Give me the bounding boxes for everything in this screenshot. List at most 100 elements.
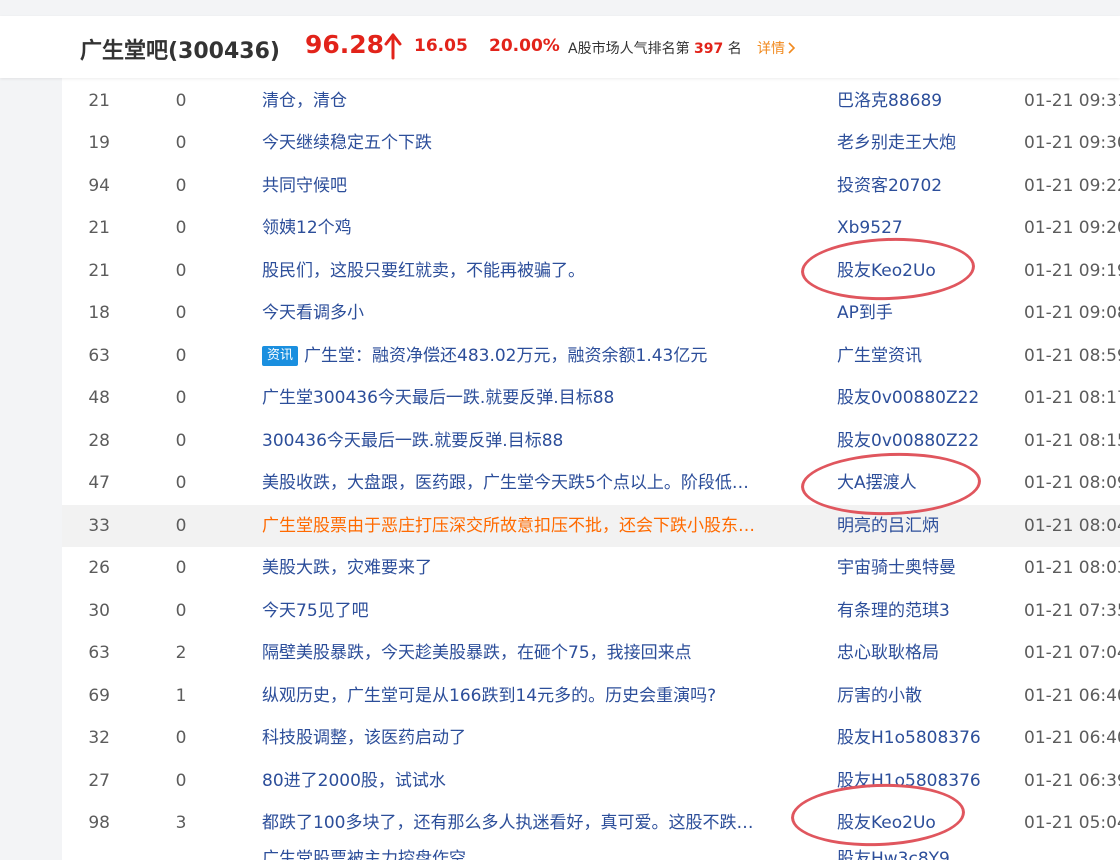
post-title[interactable]: 纵观历史，广生堂可是从166跌到14元多的。历史会重演吗? [262, 675, 814, 717]
post-title[interactable]: 股民们，这股只要红就卖，不能再被骗了。 [262, 250, 814, 292]
post-author[interactable]: 投资客20702 [837, 165, 997, 207]
post-time: 01-21 09:22 [1024, 176, 1120, 196]
read-count: 33 [88, 516, 110, 536]
post-title[interactable]: 科技股调整，该医药启动了 [262, 717, 814, 759]
post-title[interactable]: 广生堂股票由于恶庄打压深交所故意扣压不批，还会下跌小股东… [262, 505, 814, 547]
post-title[interactable]: 隔壁美股暴跌，今天趁美股暴跌，在砸个75，我接回来点 [262, 632, 814, 674]
post-time: 01-21 09:08 [1024, 303, 1120, 323]
post-author[interactable]: Xb9527 [837, 207, 997, 249]
rank-number: 397 [694, 41, 724, 57]
rank-prefix: A股市场人气排名第 [568, 41, 690, 57]
post-author[interactable]: AP到手 [837, 292, 997, 334]
reply-count: 2 [175, 643, 187, 663]
read-count: 26 [88, 558, 110, 578]
post-author[interactable]: 股友0v00880Z22 [837, 377, 997, 419]
read-count: 28 [88, 431, 110, 451]
read-count: 63 [88, 346, 110, 366]
post-author[interactable]: 股友H1o5808376 [837, 717, 997, 759]
post-title[interactable]: 清仓，清仓 [262, 80, 814, 122]
post-author[interactable]: 宇宙骑士奥特曼 [837, 547, 997, 589]
post-title[interactable]: 领姨12个鸡 [262, 207, 814, 249]
reply-count: 1 [175, 686, 187, 706]
read-count: 63 [88, 643, 110, 663]
post-author[interactable]: 股友H1o5808376 [837, 760, 997, 802]
post-row: 63 2 隔壁美股暴跌，今天趁美股暴跌，在砸个75，我接回来点 忠心耿耿格局 01-21… [62, 632, 1120, 674]
post-time: 01-21 08:04 [1024, 516, 1120, 536]
detail-label: 详情 [757, 41, 785, 57]
post-author[interactable]: 老乡别走王大炮 [837, 122, 997, 164]
reply-count: 0 [175, 133, 187, 153]
post-title[interactable]: 今天75见了吧 [262, 590, 814, 632]
news-tag-badge: 资讯 [262, 346, 299, 366]
read-count: 94 [88, 176, 110, 196]
post-time: 01-21 08:59 [1024, 346, 1120, 366]
post-title[interactable]: 广生堂股票被主力控盘作空 [262, 848, 466, 860]
post-title[interactable]: 今天看调多小 [262, 292, 814, 334]
read-count: 18 [88, 303, 110, 323]
post-row: 94 0 共同守候吧 投资客20702 01-21 09:22 [62, 165, 1120, 207]
post-time: 01-21 09:20 [1024, 218, 1120, 238]
post-title[interactable]: 广生堂300436今天最后一跌.就要反弹.目标88 [262, 377, 814, 419]
post-time: 01-21 08:03 [1024, 558, 1120, 578]
read-count: 19 [88, 133, 110, 153]
post-author[interactable]: 明亮的吕汇炳 [837, 505, 997, 547]
post-title[interactable]: 300436今天最后一跌.就要反弹.目标88 [262, 420, 814, 462]
reply-count: 0 [175, 431, 187, 451]
post-time: 01-21 06:40 [1024, 728, 1120, 748]
post-title[interactable]: 美股大跌，灾难要来了 [262, 547, 814, 589]
post-author[interactable]: 股友Keo2Uo [837, 250, 997, 292]
stock-header: 广生堂吧(300436) 96.28 16.05 20.00% A股市场人气排名… [0, 16, 1120, 78]
reply-count: 0 [175, 473, 187, 493]
reply-count: 0 [175, 91, 187, 111]
reply-count: 0 [175, 516, 187, 536]
post-time: 01-21 07:35 [1024, 601, 1120, 621]
post-title[interactable]: 美股收跌，大盘跟，医药跟，广生堂今天跌5个点以上。阶段低… [262, 462, 814, 504]
post-time: 01-21 09:30 [1024, 133, 1120, 153]
reply-count: 0 [175, 728, 187, 748]
up-arrow-icon [384, 33, 402, 60]
read-count: 21 [88, 261, 110, 281]
post-row: 69 1 纵观历史，广生堂可是从166跌到14元多的。历史会重演吗? 厉害的小散 01-… [62, 675, 1120, 717]
post-row: 19 0 今天继续稳定五个下跌 老乡别走王大炮 01-21 09:30 [62, 122, 1120, 164]
read-count: 21 [88, 91, 110, 111]
post-row-partial: 广生堂股票被主力控盘作空 股友Hw3c8Y9 [62, 848, 1120, 860]
read-count: 27 [88, 771, 110, 791]
post-title[interactable]: 80进了2000股，试试水 [262, 760, 814, 802]
post-title[interactable]: 都跌了100多块了，还有那么多人执迷看好，真可爱。这股不跌… [262, 802, 814, 844]
read-count: 47 [88, 473, 110, 493]
stock-price: 96.28 [305, 30, 385, 59]
post-time: 01-21 06:39 [1024, 771, 1120, 791]
post-row: 63 0 资讯 广生堂：融资净偿还483.02万元，融资余额1.43亿元 广生堂资讯 01… [62, 335, 1120, 377]
top-strip [0, 0, 1120, 16]
reply-count: 0 [175, 771, 187, 791]
post-author[interactable]: 有条理的范琪3 [837, 590, 997, 632]
rank-suffix: 名 [727, 41, 742, 57]
post-author[interactable]: 巴洛克88689 [837, 80, 997, 122]
post-title-with-tag[interactable]: 资讯 广生堂：融资净偿还483.02万元，融资余额1.43亿元 [262, 335, 814, 377]
post-title[interactable]: 今天继续稳定五个下跌 [262, 122, 814, 164]
post-author[interactable]: 广生堂资讯 [837, 335, 997, 377]
post-row: 27 0 80进了2000股，试试水 股友H1o5808376 01-21 06:39 [62, 760, 1120, 802]
chevron-right-icon [788, 42, 796, 54]
reply-count: 0 [175, 261, 187, 281]
post-row: 18 0 今天看调多小 AP到手 01-21 09:08 [62, 292, 1120, 334]
post-author[interactable]: 大A摆渡人 [837, 462, 997, 504]
reply-count: 0 [175, 218, 187, 238]
post-time: 01-21 08:17 [1024, 388, 1120, 408]
post-author[interactable]: 厉害的小散 [837, 675, 997, 717]
detail-link[interactable]: 详情 [757, 38, 796, 58]
post-title[interactable]: 广生堂：融资净偿还483.02万元，融资余额1.43亿元 [304, 346, 707, 366]
post-author[interactable]: 股友0v00880Z22 [837, 420, 997, 462]
post-row: 30 0 今天75见了吧 有条理的范琪3 01-21 07:35 [62, 590, 1120, 632]
post-author[interactable]: 股友Keo2Uo [837, 802, 997, 844]
read-count: 21 [88, 218, 110, 238]
reply-count: 0 [175, 303, 187, 323]
bar-name[interactable]: 广生堂吧(300436) [80, 33, 280, 65]
read-count: 30 [88, 601, 110, 621]
post-author[interactable]: 股友Hw3c8Y9 [837, 848, 950, 860]
post-row: 32 0 科技股调整，该医药启动了 股友H1o5808376 01-21 06:40 [62, 717, 1120, 759]
post-author[interactable]: 忠心耿耿格局 [837, 632, 997, 674]
post-title[interactable]: 共同守候吧 [262, 165, 814, 207]
post-row: 98 3 都跌了100多块了，还有那么多人执迷看好，真可爱。这股不跌… 股友Keo2U… [62, 802, 1120, 844]
post-time: 01-21 05:04 [1024, 813, 1120, 833]
